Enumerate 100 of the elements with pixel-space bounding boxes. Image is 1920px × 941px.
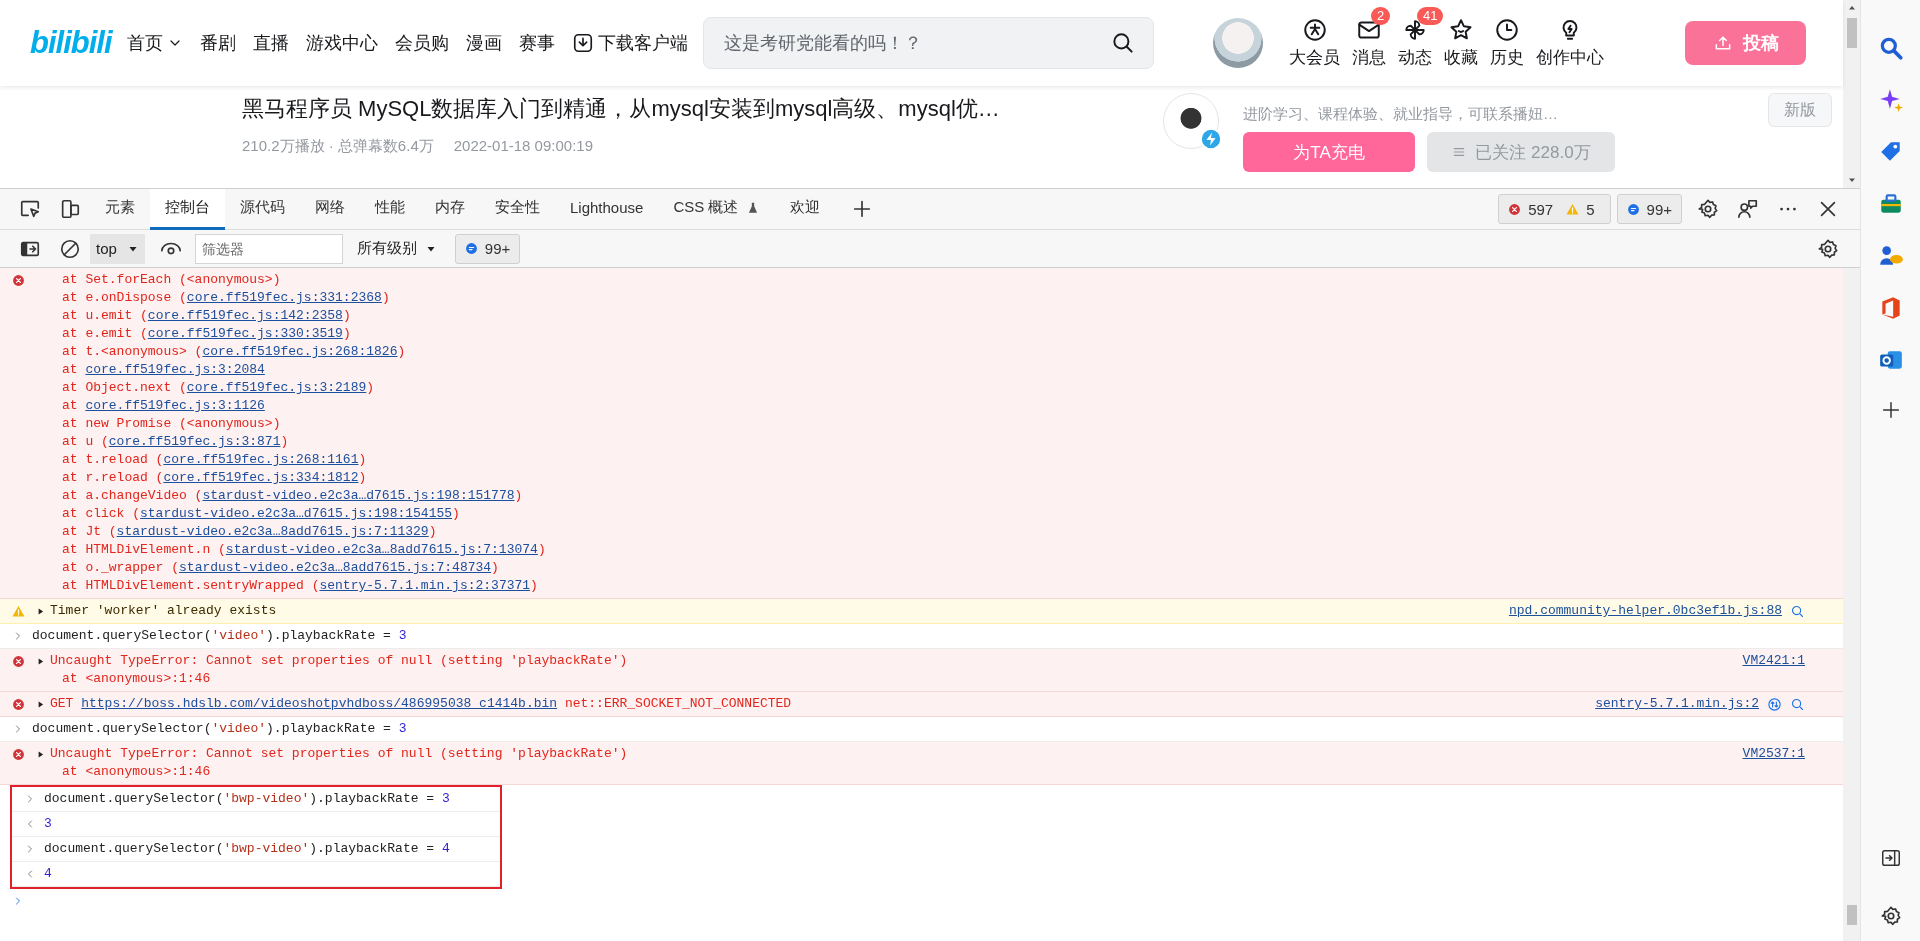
inspect-icon[interactable] [19,198,41,220]
nav-link[interactable]: 首页 [126,31,183,55]
expand-icon[interactable] [36,606,45,616]
menu-item[interactable]: 创作中心 [1532,17,1608,69]
scrollbar[interactable] [1843,0,1860,188]
count-badge: 2 [1371,7,1391,25]
expand-icon[interactable] [36,699,45,709]
source-link[interactable]: stardust-video.e2c3a…8add7615.js:7:11329 [116,524,429,539]
tab[interactable]: 元素 [90,188,150,230]
settings-icon[interactable] [1879,905,1902,927]
source-link[interactable]: VM2421:1 [1722,652,1805,670]
tab[interactable]: 欢迎 [775,188,836,230]
tab[interactable]: 安全性 [480,188,555,230]
stack-frame: at <anonymous>:1:46 [32,763,1723,781]
source-link[interactable]: sentry-5.7.1.min.js:2 [1575,695,1759,713]
source-link[interactable]: core.ff519fec.js:3:2189 [186,380,367,395]
source-link[interactable]: stardust-video.e2c3a…8add7615.js:7:48734 [179,560,492,575]
source-link[interactable]: core.ff519fec.js:3:871 [108,434,281,449]
uploader-avatar[interactable] [1163,93,1219,149]
context-dropdown[interactable]: top [90,233,145,264]
video-title: 黑马程序员 MySQL数据库入门到精通，从mysql安装到mysql高级、mysql优… [242,95,1001,123]
avatar[interactable] [1213,18,1263,68]
message-icon [464,242,478,255]
source-link[interactable]: VM2537:1 [1722,745,1805,763]
error-icon [11,748,25,761]
source-link[interactable]: npd.community-helper.0bc3ef1b.js:88 [1488,602,1782,620]
uploader-bio: 进阶学习、课程体验、就业指导，可联系播妞… [1243,105,1559,124]
panel-icon[interactable] [1879,847,1902,869]
tab[interactable]: 源代码 [225,188,300,230]
menu-item[interactable]: 历史 [1486,17,1528,69]
stack-frame: at o._wrapper (stardust-video.e2c3a…8add7615.js:7:48734) [32,559,1805,577]
scrollbar[interactable] [1843,268,1860,941]
error-icon [11,698,25,711]
tab[interactable]: 内存 [420,188,480,230]
error-icon [11,655,25,668]
messages-button[interactable]: 99+ [454,233,521,264]
scrollbar-thumb[interactable] [1846,18,1857,48]
settings-icon[interactable] [1697,198,1719,220]
clear-icon[interactable] [59,237,81,260]
messages-button[interactable]: 99+ [1616,194,1682,224]
nav-link[interactable]: 直播 [252,31,289,55]
log-message: Timer 'worker' already exists [50,602,277,620]
source-link[interactable]: core.ff519fec.js:330:3519 [147,326,343,341]
tab[interactable]: 网络 [300,188,360,230]
warning-icon [1566,202,1580,216]
stack-frame: at HTMLDivElement.n (stardust-video.e2c3a…8add7615.js:7:13074) [32,541,1805,559]
expand-icon[interactable] [36,656,45,666]
tab[interactable]: CSS 概述 [658,188,776,230]
source-link[interactable]: core.ff519fec.js:3:1126 [85,398,265,413]
device-icon[interactable] [59,198,81,220]
stack-frame: at Object.next (core.ff519fec.js:3:2189) [32,379,1805,397]
log-message: GET https://boss.hdslb.com/videoshotpvhdboss/486995038_c1414b.bin net::ERR_SOCKET_NOT_CONNECTED [50,695,792,713]
warning-count: 5 [1586,200,1595,218]
console-command: document.querySelector('bwp-video').playbackRate = 4 [44,840,451,858]
search-field[interactable]: 这是考研党能看的吗！？ [703,17,1154,69]
emblem-icon [1301,17,1328,43]
tab[interactable]: 控制台 [150,188,225,230]
log-message: Uncaught TypeError: Cannot set properties of null (setting 'playbackRate') [50,652,628,670]
stack-frame: at core.ff519fec.js:3:2084 [32,361,1805,379]
source-link[interactable]: https://boss.hdslb.com/videoshotpvhdboss/486995038_c1414b.bin [81,696,558,711]
stack-frame: at r.reload (core.ff519fec.js:334:1812) [32,469,1805,487]
tab[interactable]: Lighthouse [555,188,659,230]
nav-link[interactable]: 游戏中心 [305,31,378,55]
nav-link[interactable]: 番剧 [199,31,236,55]
stack-frame: at t.reload (core.ff519fec.js:268:1161) [32,451,1805,469]
source-link[interactable]: core.ff519fec.js:268:1826 [202,344,398,359]
issues-button[interactable]: 597 5 [1498,194,1611,224]
filter-field[interactable]: 筛选器 [194,233,343,264]
video-stats: 210.2万播放 · 总弹幕数6.4万 [242,137,434,156]
nav-link[interactable]: 会员购 [394,31,449,55]
stack-frame: at u (core.ff519fec.js:3:871) [32,433,1805,451]
scrollbar-thumb[interactable] [1846,905,1857,925]
source-link[interactable]: stardust-video.e2c3a…8add7615.js:7:13074 [225,542,538,557]
error-icon [11,274,25,287]
error-count: 597 [1528,200,1554,218]
search-icon[interactable] [1110,30,1136,56]
stack-frame: at u.emit (core.ff519fec.js:142:2358) [32,307,1805,325]
source-link[interactable]: core.ff519fec.js:268:1161 [163,452,359,467]
clock-icon [1494,17,1520,43]
expand-icon[interactable] [36,749,45,759]
nav-link[interactable]: 下载客户端 [571,31,688,55]
stack-frame: at t.<anonymous> (core.ff519fec.js:268:1826) [32,343,1805,361]
nav-link[interactable]: 赛事 [518,31,555,55]
source-link[interactable]: core.ff519fec.js:142:2358 [147,308,343,323]
network-icon[interactable] [1767,697,1782,712]
bolt-icon [1200,128,1222,150]
source-link[interactable]: sentry-5.7.1.min.js:2:37371 [319,578,531,593]
result-value: 3 [44,815,53,833]
source-link[interactable]: stardust-video.e2c3a…d7615.js:198:151778 [202,488,515,503]
menu-item[interactable]: 大会员 [1285,17,1344,69]
source-link[interactable]: core.ff519fec.js:334:1812 [163,470,359,485]
source-link[interactable]: core.ff519fec.js:331:2368 [186,290,382,305]
tab[interactable]: 性能 [360,188,420,230]
level-dropdown[interactable]: 所有级别 [346,233,447,264]
source-link[interactable]: stardust-video.e2c3a…d7615.js:198:154155 [140,506,453,521]
nav-link[interactable]: 漫画 [465,31,502,55]
settings-icon[interactable] [1817,237,1839,260]
source-link[interactable]: core.ff519fec.js:3:2084 [85,362,265,377]
feedback-icon[interactable] [1737,198,1759,220]
error-icon [1508,202,1522,216]
